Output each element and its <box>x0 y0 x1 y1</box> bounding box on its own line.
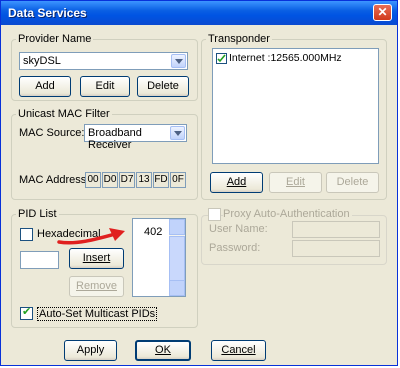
transponder-edit-button[interactable]: Edit <box>269 172 322 193</box>
mac-source-select[interactable]: Broadband Receiver <box>84 124 187 151</box>
mac-octet: 0F <box>170 172 186 188</box>
password-input[interactable] <box>292 240 380 257</box>
title-bar[interactable]: Data Services ✕ <box>1 1 397 25</box>
insert-label: Insert <box>82 252 111 264</box>
provider-edit-button[interactable]: Edit <box>80 76 130 97</box>
pid-legend: PID List <box>18 208 57 220</box>
proxy-checkbox[interactable] <box>208 208 221 221</box>
apply-button[interactable]: Apply <box>64 340 117 361</box>
scroll-down-icon[interactable] <box>169 280 185 296</box>
transponder-add-label: Add <box>226 176 247 188</box>
proxy-label: Proxy Auto-Authentication <box>223 208 352 220</box>
scroll-up-icon[interactable] <box>169 219 185 235</box>
transponder-delete-button[interactable]: Delete <box>326 172 379 193</box>
cancel-label: Cancel <box>221 344 256 356</box>
chevron-down-icon[interactable] <box>171 54 186 68</box>
remove-button[interactable]: Remove <box>69 276 124 297</box>
password-label: Password: <box>209 242 261 254</box>
apply-label: Apply <box>76 344 105 356</box>
pid-list-item[interactable]: 402 <box>144 226 162 238</box>
provider-add-button[interactable]: Add <box>19 76 71 97</box>
insert-button[interactable]: Insert <box>69 248 124 269</box>
auto-set-label: Auto-Set Multicast PIDs <box>37 307 158 321</box>
provider-legend: Provider Name <box>18 33 92 45</box>
pid-listbox[interactable]: 402 <box>132 218 186 297</box>
transponder-checkbox[interactable] <box>216 53 227 64</box>
data-services-dialog: Data Services ✕ Provider Name skyDSL Add… <box>0 0 398 366</box>
hexadecimal-checkbox[interactable] <box>20 228 33 241</box>
transponder-add-button[interactable]: Add <box>210 172 263 193</box>
pid-scrollbar[interactable] <box>169 219 185 296</box>
mac-octet: D7 <box>119 172 135 188</box>
ok-button[interactable]: OK <box>135 340 191 361</box>
transponder-edit-label: Edit <box>286 176 305 188</box>
auto-set-checkbox[interactable]: ✔ <box>20 306 33 320</box>
cancel-button[interactable]: Cancel <box>211 340 266 361</box>
transponder-list[interactable]: Internet :12565.000MHz <box>212 48 379 164</box>
mac-octet: FD <box>153 172 169 188</box>
provider-select[interactable]: skyDSL <box>19 52 188 70</box>
user-name-input[interactable] <box>292 221 380 238</box>
ok-label: OK <box>155 344 171 356</box>
checkmark-icon <box>217 54 226 63</box>
close-button[interactable]: ✕ <box>373 4 392 21</box>
transponder-item[interactable]: Internet :12565.000MHz <box>229 52 342 64</box>
provider-add-label: Add <box>35 80 55 92</box>
provider-delete-button[interactable]: Delete <box>137 76 189 97</box>
remove-label: Remove <box>76 280 117 292</box>
mac-source-label: MAC Source: <box>19 127 85 139</box>
provider-delete-label: Delete <box>147 80 179 92</box>
annotation-arrow <box>57 228 125 245</box>
provider-selected: skyDSL <box>23 55 61 67</box>
user-name-label: User Name: <box>209 223 268 235</box>
mac-octet: 00 <box>85 172 101 188</box>
mac-filter-legend: Unicast MAC Filter <box>18 108 110 120</box>
mac-octet: D0 <box>102 172 118 188</box>
transponder-legend: Transponder <box>208 33 270 45</box>
mac-octet: 13 <box>136 172 152 188</box>
window-title: Data Services <box>8 6 87 20</box>
mac-address-label: MAC Address: <box>19 174 90 186</box>
provider-edit-label: Edit <box>95 80 115 92</box>
checkmark-icon: ✔ <box>22 306 32 318</box>
transponder-delete-label: Delete <box>336 176 369 188</box>
pid-input[interactable] <box>20 251 59 269</box>
chevron-down-icon[interactable] <box>170 126 185 140</box>
